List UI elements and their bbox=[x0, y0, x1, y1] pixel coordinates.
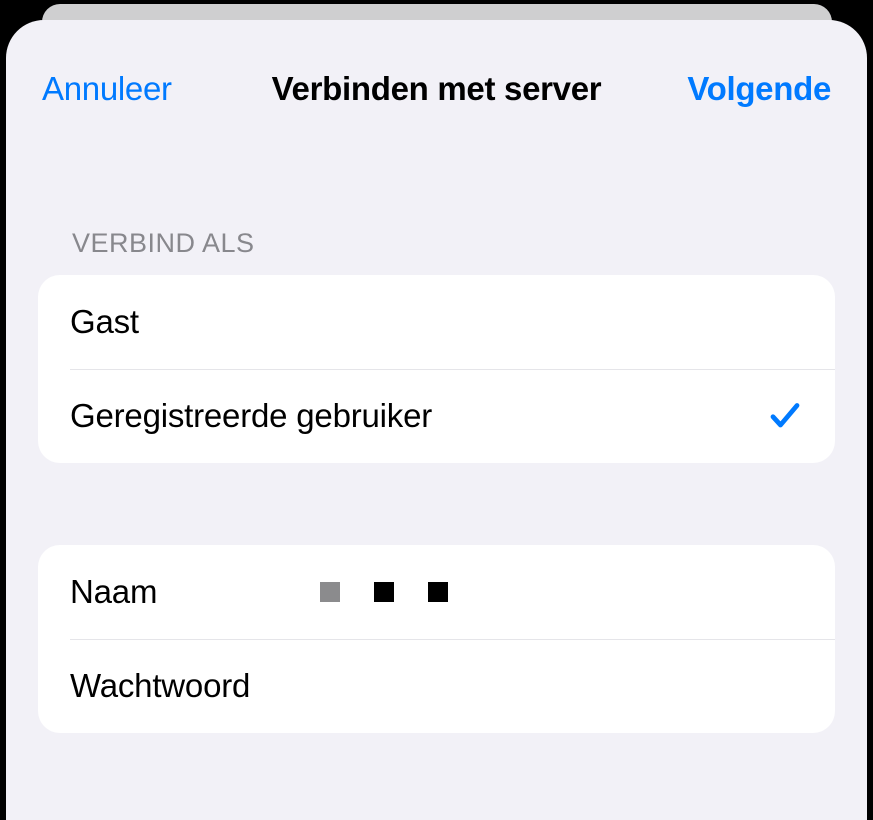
connect-as-group: Gast Geregistreerde gebruiker bbox=[38, 275, 835, 463]
cancel-button[interactable]: Annuleer bbox=[42, 70, 172, 108]
mask-dot-icon bbox=[428, 582, 448, 602]
registered-option-label: Geregistreerde gebruiker bbox=[70, 397, 432, 435]
name-field-row[interactable]: Naam bbox=[38, 545, 835, 639]
connect-as-registered-row[interactable]: Geregistreerde gebruiker bbox=[38, 369, 835, 463]
connect-to-server-sheet: Annuleer Verbinden met server Volgende V… bbox=[6, 20, 867, 820]
modal-title: Verbinden met server bbox=[272, 70, 602, 108]
next-button[interactable]: Volgende bbox=[687, 70, 831, 108]
password-field-row[interactable]: Wachtwoord bbox=[38, 639, 835, 733]
modal-header: Annuleer Verbinden met server Volgende bbox=[6, 20, 867, 120]
password-input[interactable] bbox=[320, 667, 803, 705]
name-field-label: Naam bbox=[70, 573, 320, 611]
connect-as-guest-row[interactable]: Gast bbox=[38, 275, 835, 369]
mask-dot-icon bbox=[320, 582, 340, 602]
connect-as-section-header: Verbind als bbox=[38, 228, 835, 275]
guest-option-label: Gast bbox=[70, 303, 139, 341]
password-field-label: Wachtwoord bbox=[70, 667, 320, 705]
credentials-group: Naam Wachtwoord bbox=[38, 545, 835, 733]
checkmark-icon bbox=[767, 398, 803, 434]
name-field-value bbox=[320, 582, 448, 602]
mask-dot-icon bbox=[374, 582, 394, 602]
